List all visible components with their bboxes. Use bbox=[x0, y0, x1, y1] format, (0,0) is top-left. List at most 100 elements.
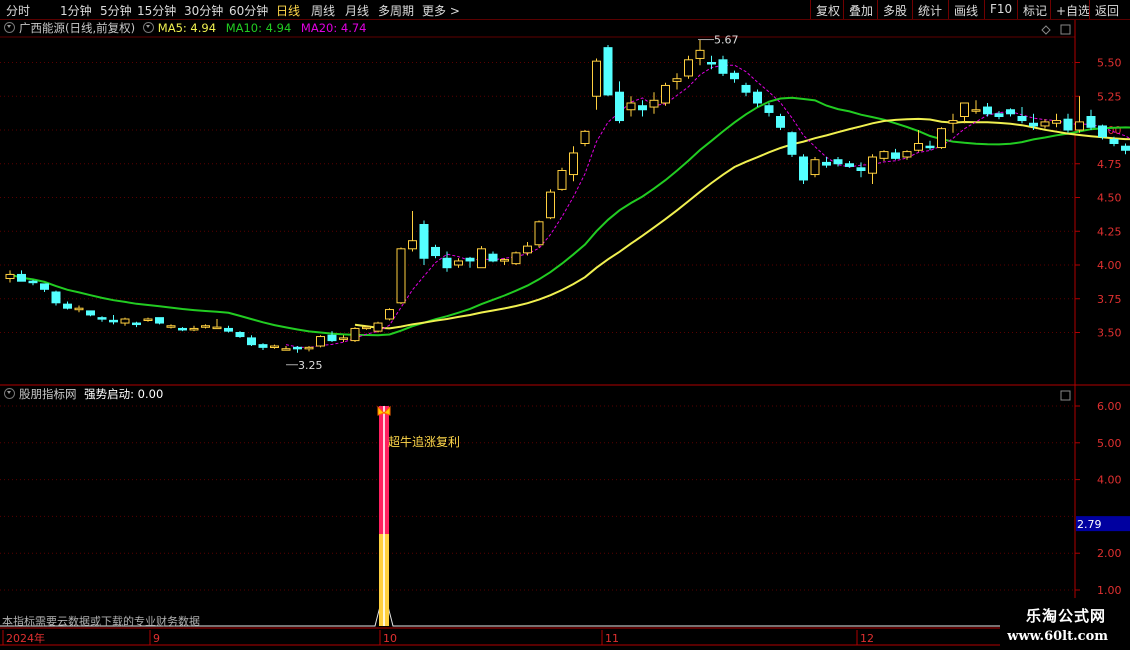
candle-body bbox=[189, 327, 199, 331]
candle-body bbox=[431, 246, 440, 257]
candle-body bbox=[500, 259, 509, 262]
candle-body bbox=[707, 62, 716, 65]
candle-body bbox=[879, 151, 889, 159]
candle-body bbox=[396, 248, 406, 304]
candle-body bbox=[672, 78, 682, 82]
candle-body bbox=[649, 99, 659, 108]
candle-body bbox=[109, 319, 118, 323]
candle-body bbox=[580, 130, 590, 145]
candle-body bbox=[132, 322, 141, 326]
candle-body bbox=[5, 273, 15, 280]
candle-body bbox=[316, 336, 325, 347]
candle-body bbox=[534, 221, 544, 246]
candle-body bbox=[546, 191, 555, 219]
diamond-icon[interactable] bbox=[1041, 25, 1051, 35]
candle-body bbox=[626, 102, 636, 111]
time-axis-label: 12 bbox=[860, 632, 874, 645]
candle-body bbox=[86, 310, 95, 316]
price-tick-label: 5.50 bbox=[1097, 57, 1122, 70]
candle-body bbox=[983, 106, 992, 115]
candle-body bbox=[258, 344, 268, 348]
candle-body bbox=[960, 102, 969, 117]
candle-body bbox=[810, 159, 820, 176]
chart-canvas[interactable]: 5.50 5.25 5.00 4.75 4.50 4.25 4.00 3.75 3.50 5.67… bbox=[0, 0, 1130, 650]
indicator-tick-label: 1.00 bbox=[1097, 584, 1122, 597]
indicator-tick-label: 2.00 bbox=[1097, 547, 1122, 560]
candle-body bbox=[511, 252, 521, 265]
candle-body bbox=[327, 334, 337, 342]
candle-body bbox=[51, 291, 61, 304]
candle-body bbox=[695, 49, 705, 59]
candle-body bbox=[1029, 122, 1038, 127]
candle-body bbox=[339, 337, 348, 340]
candle-body bbox=[948, 120, 958, 124]
candle-body bbox=[304, 346, 314, 350]
candle-body bbox=[465, 257, 475, 262]
candle-body bbox=[166, 325, 176, 328]
watermark-url: www.60lt.com bbox=[1007, 629, 1108, 644]
candle-body bbox=[17, 273, 26, 282]
time-axis-label: 2024年 bbox=[6, 631, 45, 645]
candle-body bbox=[155, 317, 164, 324]
candle-body bbox=[350, 327, 360, 342]
candle-body bbox=[63, 303, 72, 309]
candle-body bbox=[753, 91, 762, 104]
window-icon[interactable] bbox=[1060, 390, 1071, 401]
price-tick-label: 4.00 bbox=[1097, 259, 1122, 272]
watermark-title: 乐淘公式网 bbox=[1025, 607, 1106, 625]
candle-body bbox=[362, 326, 371, 330]
candle-body bbox=[224, 327, 233, 332]
candle-body bbox=[454, 260, 463, 266]
candle-body bbox=[419, 224, 429, 259]
ma30-line bbox=[354, 117, 1130, 330]
candle-body bbox=[212, 326, 222, 330]
price-tick-label: 5.25 bbox=[1097, 90, 1122, 103]
time-axis-label: 11 bbox=[605, 632, 619, 645]
candle-body bbox=[1063, 118, 1073, 131]
candle-body bbox=[442, 257, 452, 269]
candle-body bbox=[914, 143, 923, 151]
signal-bar-highlight bbox=[383, 406, 385, 626]
candle-body bbox=[971, 109, 981, 112]
candle-body bbox=[603, 47, 613, 96]
candle-body bbox=[281, 348, 291, 351]
candle-body bbox=[523, 245, 532, 254]
signal-text: 超牛追涨复利 bbox=[388, 434, 460, 449]
candle-body bbox=[488, 253, 498, 262]
price-tick-label: 4.50 bbox=[1097, 192, 1122, 205]
candle-body bbox=[741, 84, 751, 93]
candle-body bbox=[661, 84, 670, 104]
ma5-line bbox=[285, 64, 1130, 349]
watermark: 乐淘公式网 www.60lt.com bbox=[1000, 598, 1130, 650]
candle-body bbox=[787, 132, 797, 155]
candle-body bbox=[925, 145, 935, 149]
candle-body bbox=[592, 60, 601, 97]
candle-body bbox=[143, 318, 153, 321]
candle-body bbox=[201, 325, 210, 328]
candle-body bbox=[902, 151, 912, 158]
current-value-label: 2.79 bbox=[1077, 518, 1102, 531]
candle-body bbox=[799, 156, 808, 181]
window-icon[interactable] bbox=[1060, 24, 1071, 35]
time-axis-label: 9 bbox=[153, 632, 160, 645]
candle-body bbox=[1075, 121, 1084, 131]
candle-body bbox=[40, 283, 49, 290]
low-price-marker: 3.25 bbox=[298, 359, 323, 372]
candle-body bbox=[868, 156, 877, 174]
candle-body bbox=[1017, 116, 1027, 122]
candle-body bbox=[937, 128, 946, 149]
time-axis-label: 10 bbox=[383, 632, 397, 645]
data-notice: 本指标需要云数据或下载的专业财务数据 bbox=[2, 614, 200, 628]
candle-body bbox=[684, 59, 693, 77]
price-tick-label: 4.25 bbox=[1097, 225, 1122, 238]
candle-body bbox=[235, 332, 245, 338]
candle-body bbox=[994, 113, 1004, 118]
candle-body bbox=[1040, 121, 1050, 127]
candle-body bbox=[1086, 116, 1096, 128]
indicator-tick-label: 5.00 bbox=[1097, 437, 1122, 450]
candle-body bbox=[856, 167, 866, 172]
candle-body bbox=[1006, 109, 1015, 115]
candle-body bbox=[638, 105, 647, 111]
candle-body bbox=[28, 280, 38, 284]
indicator-tick-label: 4.00 bbox=[1097, 474, 1122, 487]
